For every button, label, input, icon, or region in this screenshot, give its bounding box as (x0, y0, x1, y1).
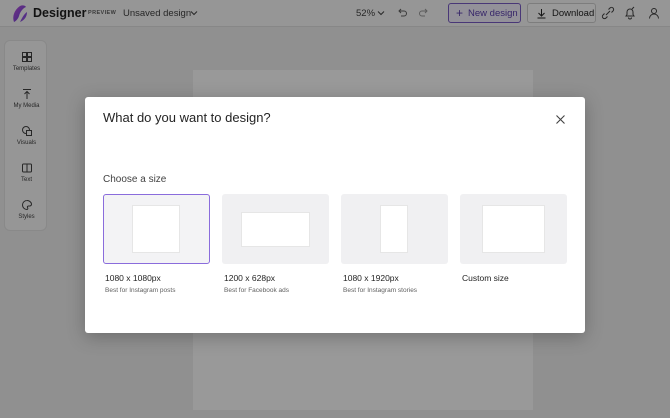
size-option-custom[interactable]: Custom size (460, 194, 567, 287)
option-title: 1200 x 628px (224, 273, 276, 283)
size-option-portrait[interactable]: 1080 x 1920px Best for Instagram stories (341, 194, 448, 294)
option-title: Custom size (462, 273, 509, 283)
option-title: 1080 x 1080px (105, 273, 161, 283)
option-title: 1080 x 1920px (343, 273, 399, 283)
option-subtitle: Best for Instagram stories (343, 287, 418, 294)
option-subtitle: Best for Instagram posts (105, 287, 176, 294)
portrait-preview (380, 205, 408, 253)
section-label: Choose a size (103, 174, 167, 185)
square-preview (132, 205, 180, 253)
size-thumbnail[interactable] (103, 194, 210, 264)
dialog-title: What do you want to design? (103, 110, 271, 125)
close-icon[interactable] (555, 114, 566, 125)
size-thumbnail[interactable] (222, 194, 329, 264)
custom-preview (482, 205, 545, 253)
size-option-square[interactable]: 1080 x 1080px Best for Instagram posts (103, 194, 210, 294)
option-subtitle: Best for Facebook ads (224, 287, 290, 294)
size-thumbnail[interactable] (460, 194, 567, 264)
landscape-preview (241, 212, 310, 247)
design-size-dialog: What do you want to design? Choose a siz… (85, 97, 585, 333)
size-option-landscape[interactable]: 1200 x 628px Best for Facebook ads (222, 194, 329, 294)
size-thumbnail[interactable] (341, 194, 448, 264)
